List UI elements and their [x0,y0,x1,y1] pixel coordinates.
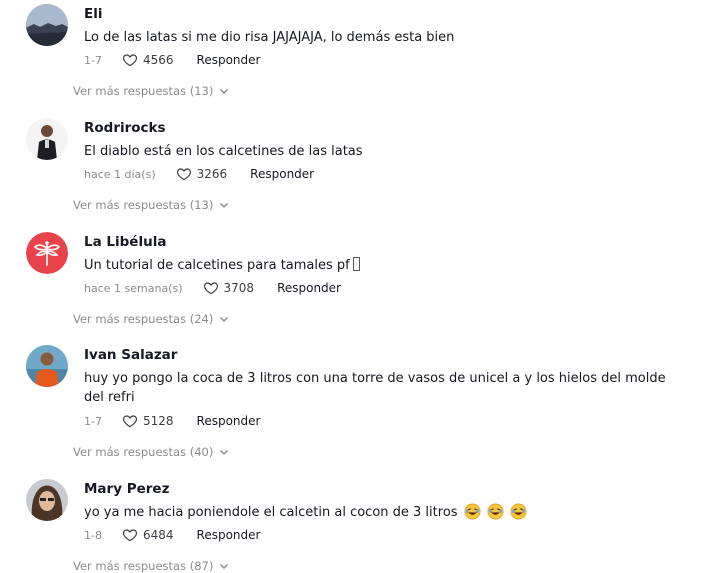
username[interactable]: Ivan Salazar [84,347,177,363]
laughing-emoji-icon [464,503,481,520]
comment-meta: 1-8 6484 Responder [84,526,260,544]
comment-text: yo ya me hacia poniendole el calcetin al… [84,503,684,522]
reply-button[interactable]: Responder [197,53,261,67]
comment-meta: 1-7 4566 Responder [84,51,260,69]
comment-date: 1-7 [84,53,102,67]
username[interactable]: Eli [84,6,102,22]
view-more-replies-label: Ver más respuestas (24) [73,312,214,326]
reply-button[interactable]: Responder [197,414,261,428]
comment-meta: hace 1 día(s) 3266 Responder [84,165,314,183]
comment-date: 1-8 [84,528,102,542]
comment-meta: hace 1 semana(s) 3708 Responder [84,279,341,297]
chevron-down-icon [220,202,229,209]
avatar[interactable] [26,118,68,160]
chevron-down-icon [220,316,229,323]
comment-text: Un tutorial de calcetines para tamales p… [84,256,684,275]
missing-glyph-icon [352,257,360,271]
like-button[interactable]: 4566 [122,52,197,68]
heart-icon[interactable] [176,166,192,182]
view-more-replies[interactable]: Ver más respuestas (13) [73,84,229,98]
avatar[interactable] [26,4,68,46]
chevron-down-icon [220,449,229,456]
like-count: 6484 [142,528,174,542]
comment-date: hace 1 semana(s) [84,281,183,295]
comment-text-content: yo ya me hacia poniendole el calcetin al… [84,505,458,520]
comment-date: hace 1 día(s) [84,167,156,181]
reply-button[interactable]: Responder [197,528,261,542]
username[interactable]: La Libélula [84,234,166,250]
reply-button[interactable]: Responder [277,281,341,295]
username[interactable]: Rodrirocks [84,120,166,136]
like-button[interactable]: 3708 [203,280,278,296]
reply-button[interactable]: Responder [250,167,314,181]
laughing-emoji-icon [487,503,504,520]
view-more-replies[interactable]: Ver más respuestas (87) [73,559,229,573]
like-count: 3266 [196,167,228,181]
view-more-replies[interactable]: Ver más respuestas (13) [73,198,229,212]
avatar[interactable] [26,232,68,274]
heart-icon[interactable] [203,280,219,296]
heart-icon[interactable] [122,527,138,543]
view-more-replies[interactable]: Ver más respuestas (40) [73,445,229,459]
like-button[interactable]: 3266 [176,166,251,182]
username[interactable]: Mary Perez [84,481,169,497]
like-count: 5128 [142,414,174,428]
like-count: 3708 [223,281,255,295]
like-button[interactable]: 6484 [122,527,197,543]
view-more-replies-label: Ver más respuestas (40) [73,445,214,459]
chevron-down-icon [220,88,229,95]
chevron-down-icon [220,563,229,570]
heart-icon[interactable] [122,413,138,429]
like-button[interactable]: 5128 [122,413,197,429]
avatar[interactable] [26,345,68,387]
view-more-replies-label: Ver más respuestas (13) [73,198,214,212]
heart-icon[interactable] [122,52,138,68]
comment-date: 1-7 [84,414,102,428]
avatar[interactable] [26,479,68,521]
comment-meta: 1-7 5128 Responder [84,412,260,430]
comment-text-content: Un tutorial de calcetines para tamales p… [84,258,350,273]
view-more-replies-label: Ver más respuestas (13) [73,84,214,98]
comment-text: huy yo pongo la coca de 3 litros con una… [84,371,666,405]
comment-text: El diablo está en los calcetines de las … [84,144,363,159]
view-more-replies[interactable]: Ver más respuestas (24) [73,312,229,326]
laughing-emoji-icon [510,503,527,520]
like-count: 4566 [142,53,174,67]
view-more-replies-label: Ver más respuestas (87) [73,559,214,573]
comment-text: Lo de las latas si me dio risa JAJAJAJA,… [84,30,455,45]
